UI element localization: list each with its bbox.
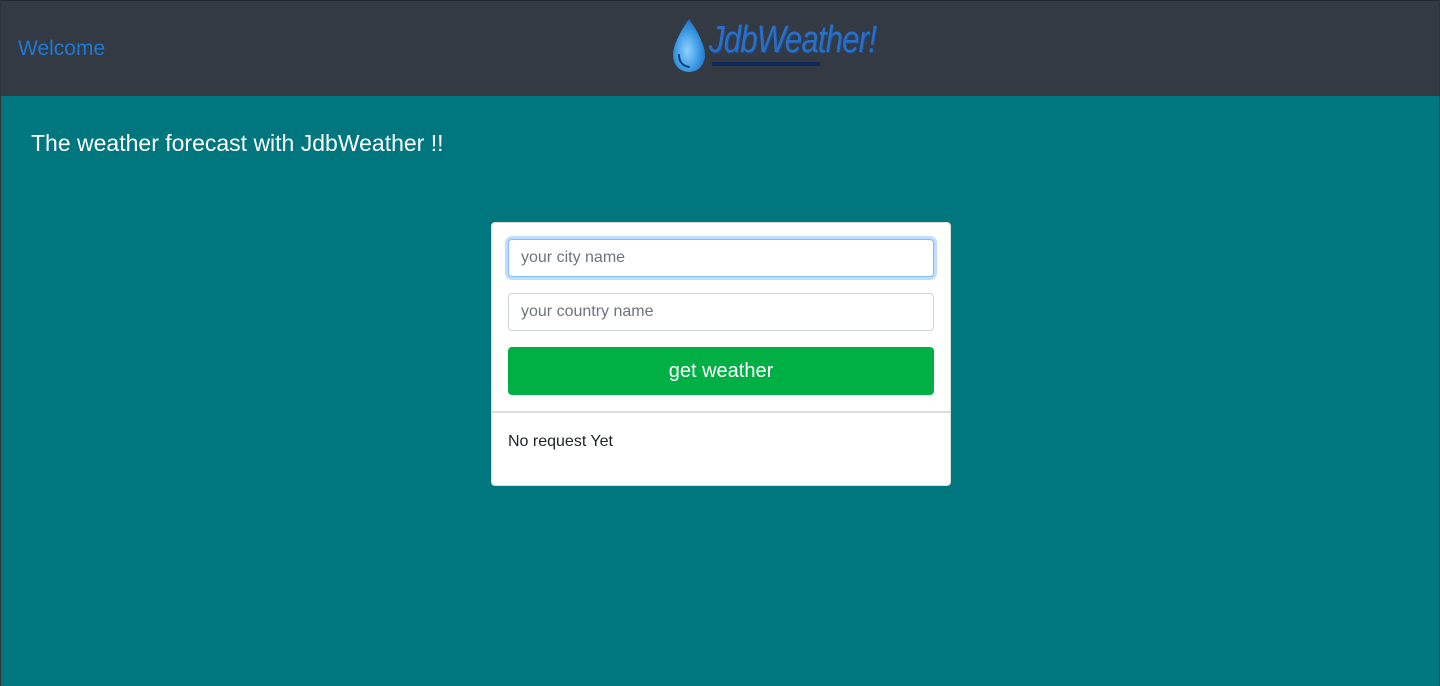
logo-wordmark: JdbWeather! (709, 19, 877, 61)
page: Welcome JdbWeather! The weather forecast… (0, 0, 1440, 686)
city-input[interactable] (508, 239, 934, 277)
country-input[interactable] (508, 293, 934, 331)
page-title: The weather forecast with JdbWeather !! (31, 130, 444, 156)
top-navbar: Welcome JdbWeather! (1, 0, 1439, 96)
water-drop-icon (673, 19, 705, 72)
brand-logo[interactable]: JdbWeather! (669, 15, 877, 75)
welcome-link[interactable]: Welcome (18, 37, 105, 61)
result-panel: No request Yet (491, 412, 951, 486)
logo-underline (712, 62, 820, 66)
result-status: No request Yet (508, 433, 613, 450)
weather-form-card: get weather (491, 222, 951, 412)
get-weather-button[interactable]: get weather (508, 347, 934, 395)
